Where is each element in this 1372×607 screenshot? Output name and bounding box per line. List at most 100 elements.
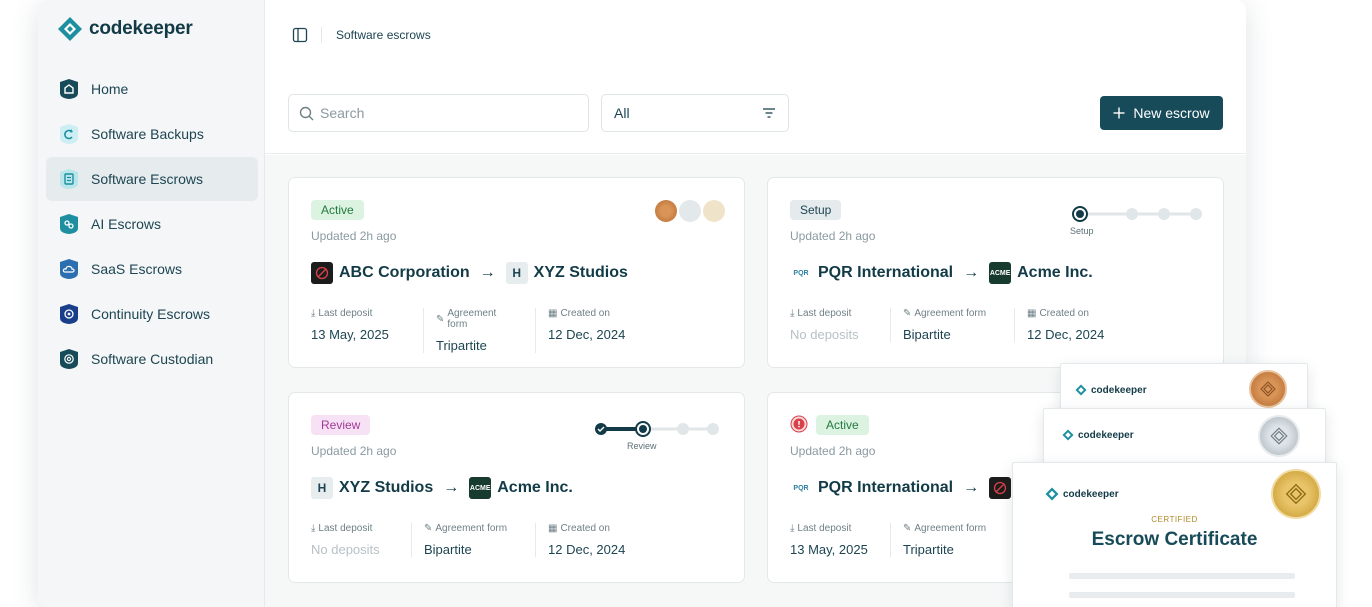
created-on-label: ▦ Created on	[548, 523, 610, 534]
sidebar-item-continuity-escrows[interactable]: Continuity Escrows	[46, 292, 258, 336]
sidebar-item-software-escrows[interactable]: Software Escrows	[46, 157, 258, 201]
acme-logo: ACME	[989, 262, 1012, 284]
party-to: XYZ Studios	[533, 264, 628, 281]
escrow-parties: ABC Corporation → H XYZ Studios	[311, 262, 628, 284]
agreement-form-value: Bipartite	[903, 327, 951, 342]
updated-time: Updated 2h ago	[790, 229, 876, 243]
topbar: Software escrows	[265, 0, 1246, 72]
breadcrumb-divider	[321, 27, 322, 43]
calendar-icon: ▦	[1027, 308, 1037, 319]
escrow-parties: PQR PQR International → A	[790, 477, 1029, 499]
sidebar-item-label: Software Custodian	[91, 351, 214, 367]
acme-logo: ACME	[469, 477, 492, 499]
updated-time: Updated 2h ago	[790, 444, 876, 458]
pqr-logo: PQR	[790, 477, 812, 499]
gold-certificate: codekeeper CERTIFIED Escrow Certificate	[1012, 462, 1337, 607]
sidebar-item-label: AI Escrows	[91, 216, 162, 232]
custodian-icon	[58, 347, 80, 371]
abc-corp-logo	[989, 477, 1012, 499]
silver-medal-icon	[679, 200, 701, 222]
sidebar-item-label: SaaS Escrows	[91, 261, 183, 277]
created-on-value: 12 Dec, 2024	[1027, 327, 1105, 342]
sidebar-nav: Home Software Backups Software Escrows A…	[46, 67, 258, 382]
agreement-form-value: Bipartite	[424, 542, 472, 557]
certificate-title: Escrow Certificate	[1091, 529, 1258, 550]
last-deposit-label: ⤓ Last deposit	[790, 308, 852, 319]
shield-icon	[58, 302, 80, 326]
sidebar-item-label: Software Escrows	[91, 171, 204, 187]
sidebar-item-saas-escrows[interactable]: SaaS Escrows	[46, 247, 258, 291]
abc-corp-logo	[311, 262, 333, 284]
escrow-meta: ⤓ Last deposit 13 May, 2025 ✎ Agreement fo…	[311, 308, 653, 353]
party-from: XYZ Studios	[339, 479, 434, 496]
sidebar-item-software-custodian[interactable]: Software Custodian	[46, 337, 258, 381]
silver-certificate: codekeeper	[1043, 408, 1326, 470]
document-icon	[58, 167, 80, 191]
home-icon	[58, 77, 80, 101]
bronze-medal-icon	[655, 200, 677, 222]
new-escrow-label: New escrow	[1133, 105, 1210, 121]
search-box[interactable]	[288, 94, 589, 132]
bronze-seal-icon	[1249, 370, 1287, 408]
silver-seal-icon	[1258, 415, 1300, 457]
xyz-studios-logo: H	[311, 477, 333, 499]
step-label: Setup	[1070, 226, 1094, 236]
escrow-card[interactable]: Active Updated 2h ago ABC Corporation → …	[288, 177, 745, 368]
calendar-icon: ▦	[548, 308, 558, 319]
party-to: Acme Inc.	[497, 479, 573, 496]
certified-label: CERTIFIED	[1151, 515, 1198, 524]
search-icon	[299, 106, 314, 120]
certificate-logo: codekeeper	[1045, 487, 1119, 501]
certificate-logo: codekeeper	[1062, 429, 1134, 441]
agreement-form-label: ✎ Agreement form	[436, 308, 497, 330]
sidebar-item-home[interactable]: Home	[46, 67, 258, 111]
agreement-form-label: ✎ Agreement form	[903, 308, 987, 319]
last-deposit-label: ⤓ Last deposit	[311, 308, 373, 319]
escrow-card[interactable]: Review Review Updated 2h ago H XYZ Studi…	[288, 392, 745, 583]
party-from: PQR International	[818, 264, 954, 281]
status-filter-select[interactable]: All	[601, 94, 789, 132]
filter-value: All	[614, 105, 630, 121]
gold-seal-icon	[1271, 469, 1321, 519]
certificate-logo: codekeeper	[1075, 384, 1147, 396]
ai-icon	[58, 212, 80, 236]
agreement-form-label: ✎ Agreement form	[424, 523, 508, 534]
search-input[interactable]	[320, 105, 560, 121]
certificate-medals	[653, 200, 725, 222]
placeholder-line	[1069, 573, 1295, 579]
escrow-parties: H XYZ Studios → ACME Acme Inc.	[311, 477, 573, 499]
party-from: ABC Corporation	[339, 264, 470, 281]
status-badge: Review	[311, 415, 371, 435]
arrow-right-icon: →	[963, 264, 980, 281]
escrow-card[interactable]: Setup Setup Updated 2h ago PQR PQR Inter…	[767, 177, 1224, 368]
codekeeper-logo-icon	[1062, 429, 1074, 441]
arrow-right-icon: →	[963, 479, 980, 496]
step-label: Review	[627, 441, 657, 451]
agreement-form-value: Tripartite	[436, 338, 487, 353]
new-escrow-button[interactable]: New escrow	[1100, 96, 1223, 130]
sidebar-item-ai-escrows[interactable]: AI Escrows	[46, 202, 258, 246]
download-icon: ⤓	[790, 308, 795, 319]
last-deposit-label: ⤓ Last deposit	[311, 523, 373, 534]
backup-icon	[58, 122, 80, 146]
filter-icon	[763, 108, 775, 118]
gold-medal-icon	[703, 200, 725, 222]
sidebar-toggle-icon[interactable]	[292, 27, 308, 43]
created-on-label: ▦ Created on	[548, 308, 610, 319]
edit-document-icon: ✎	[903, 523, 912, 534]
brand-logo[interactable]: codekeeper	[57, 16, 193, 42]
edit-document-icon: ✎	[424, 523, 433, 534]
created-on-label: ▦ Created on	[1027, 308, 1089, 319]
placeholder-line	[1069, 592, 1295, 598]
last-deposit-label: ⤓ Last deposit	[790, 523, 852, 534]
status-badge: Active	[311, 200, 364, 220]
codekeeper-logo-icon	[58, 17, 82, 41]
party-to: Acme Inc.	[1017, 264, 1093, 281]
pqr-logo: PQR	[790, 262, 812, 284]
updated-time: Updated 2h ago	[311, 229, 397, 243]
progress-stepper: Setup	[1070, 206, 1202, 236]
sidebar-item-software-backups[interactable]: Software Backups	[46, 112, 258, 156]
download-icon: ⤓	[311, 523, 316, 534]
breadcrumb[interactable]: Software escrows	[336, 28, 431, 42]
last-deposit-value: No deposits	[790, 327, 859, 342]
